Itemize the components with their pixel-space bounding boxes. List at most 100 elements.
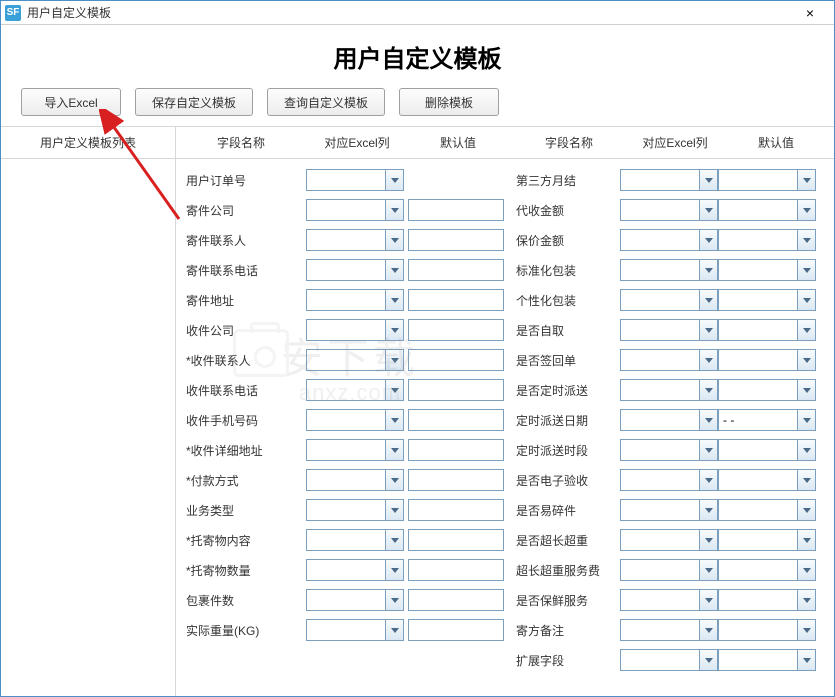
- excel-col-combo-right[interactable]: [620, 619, 718, 641]
- default-value-combo-right[interactable]: [718, 319, 816, 341]
- form-row: *托寄物数量 超长超重服务费: [176, 555, 834, 585]
- default-value-combo-right[interactable]: - -: [718, 409, 816, 431]
- template-list[interactable]: [1, 159, 175, 696]
- excel-col-combo-right[interactable]: [620, 559, 718, 581]
- excel-col-combo-right[interactable]: [620, 319, 718, 341]
- excel-col-combo-right[interactable]: [620, 589, 718, 611]
- default-value-combo-right[interactable]: [718, 649, 816, 671]
- chevron-down-icon: [699, 560, 717, 580]
- delete-template-button[interactable]: 删除模板: [399, 88, 499, 116]
- field-label-left: 包裹件数: [176, 592, 306, 609]
- default-value-input-left[interactable]: [408, 379, 504, 401]
- excel-col-combo-right[interactable]: [620, 169, 718, 191]
- excel-col-combo-left[interactable]: [306, 409, 404, 431]
- form-row: *付款方式是否电子验收: [176, 465, 834, 495]
- excel-col-combo-right[interactable]: [620, 259, 718, 281]
- chevron-down-icon: [797, 470, 815, 490]
- default-value-input-left[interactable]: [408, 229, 504, 251]
- excel-col-combo-left[interactable]: [306, 169, 404, 191]
- chevron-down-icon: [385, 380, 403, 400]
- field-label-right: 扩展字段: [510, 652, 620, 669]
- excel-col-combo-left[interactable]: [306, 319, 404, 341]
- chevron-down-icon: [699, 470, 717, 490]
- excel-col-combo-left[interactable]: [306, 439, 404, 461]
- default-value-input-left[interactable]: [408, 349, 504, 371]
- excel-col-combo-left[interactable]: [306, 229, 404, 251]
- chevron-down-icon: [699, 500, 717, 520]
- excel-col-combo-left[interactable]: [306, 619, 404, 641]
- field-label-right: 第三方月结: [510, 172, 620, 189]
- field-label-right: 是否自取: [510, 322, 620, 339]
- chevron-down-icon: [385, 170, 403, 190]
- excel-col-combo-left[interactable]: [306, 589, 404, 611]
- import-excel-button[interactable]: 导入Excel: [21, 88, 121, 116]
- default-value-combo-right[interactable]: [718, 499, 816, 521]
- default-value-input-left[interactable]: [408, 319, 504, 341]
- default-value-combo-right[interactable]: [718, 529, 816, 551]
- excel-col-combo-left[interactable]: [306, 379, 404, 401]
- chevron-down-icon: [385, 470, 403, 490]
- default-value-combo-right[interactable]: [718, 379, 816, 401]
- chevron-down-icon: [797, 620, 815, 640]
- excel-col-combo-left[interactable]: [306, 469, 404, 491]
- excel-col-combo-left[interactable]: [306, 199, 404, 221]
- toolbar: 导入Excel 保存自定义模板 查询自定义模板 删除模板: [1, 82, 834, 126]
- chevron-down-icon: [699, 380, 717, 400]
- col-excel-left: 对应Excel列: [306, 134, 408, 151]
- default-value-combo-right[interactable]: [718, 469, 816, 491]
- chevron-down-icon: [699, 230, 717, 250]
- default-value-combo-right[interactable]: [718, 619, 816, 641]
- excel-col-combo-right[interactable]: [620, 649, 718, 671]
- field-label-right: 定时派送时段: [510, 442, 620, 459]
- excel-col-combo-right[interactable]: [620, 499, 718, 521]
- excel-col-combo-right[interactable]: [620, 409, 718, 431]
- field-label-right: 超长超重服务费: [510, 562, 620, 579]
- default-value-input-left[interactable]: [408, 619, 504, 641]
- excel-col-combo-right[interactable]: [620, 439, 718, 461]
- excel-col-combo-left[interactable]: [306, 349, 404, 371]
- default-value-input-left[interactable]: [408, 289, 504, 311]
- excel-col-combo-right[interactable]: [620, 229, 718, 251]
- chevron-down-icon: [797, 320, 815, 340]
- default-value-input-left[interactable]: [408, 199, 504, 221]
- field-label-right: 代收金额: [510, 202, 620, 219]
- excel-col-combo-left[interactable]: [306, 499, 404, 521]
- default-value-combo-right[interactable]: [718, 559, 816, 581]
- close-button[interactable]: ×: [790, 2, 830, 24]
- default-value-input-left[interactable]: [408, 499, 504, 521]
- excel-col-combo-right[interactable]: [620, 289, 718, 311]
- default-value-combo-right[interactable]: [718, 169, 816, 191]
- chevron-down-icon: [699, 350, 717, 370]
- default-value-input-left[interactable]: [408, 589, 504, 611]
- form-row: 业务类型是否易碎件: [176, 495, 834, 525]
- excel-col-combo-left[interactable]: [306, 559, 404, 581]
- default-value-input-left[interactable]: [408, 529, 504, 551]
- default-value-combo-right[interactable]: [718, 289, 816, 311]
- excel-col-combo-right[interactable]: [620, 349, 718, 371]
- col-field-name-left: 字段名称: [176, 134, 306, 151]
- default-value-combo-right[interactable]: [718, 259, 816, 281]
- form-header: 字段名称 对应Excel列 默认值 字段名称 对应Excel列 默认值: [176, 127, 834, 159]
- save-template-button[interactable]: 保存自定义模板: [135, 88, 253, 116]
- default-value-combo-right[interactable]: [718, 439, 816, 461]
- default-value-input-left[interactable]: [408, 409, 504, 431]
- excel-col-combo-left[interactable]: [306, 529, 404, 551]
- default-value-input-left[interactable]: [408, 559, 504, 581]
- default-value-combo-right[interactable]: [718, 589, 816, 611]
- excel-col-combo-right[interactable]: [620, 379, 718, 401]
- query-template-button[interactable]: 查询自定义模板: [267, 88, 385, 116]
- default-value-input-left[interactable]: [408, 439, 504, 461]
- excel-col-combo-right[interactable]: [620, 469, 718, 491]
- excel-col-combo-right[interactable]: [620, 199, 718, 221]
- default-value-combo-right[interactable]: [718, 199, 816, 221]
- excel-col-combo-left[interactable]: [306, 259, 404, 281]
- default-value-input-left[interactable]: [408, 469, 504, 491]
- default-value-combo-right[interactable]: [718, 349, 816, 371]
- field-label-right: 寄方备注: [510, 622, 620, 639]
- default-value-input-left[interactable]: [408, 259, 504, 281]
- excel-col-combo-left[interactable]: [306, 289, 404, 311]
- form-row: 收件手机号码定时派送日期- -: [176, 405, 834, 435]
- default-value-combo-right[interactable]: [718, 229, 816, 251]
- field-label-left: *托寄物数量: [176, 562, 306, 579]
- excel-col-combo-right[interactable]: [620, 529, 718, 551]
